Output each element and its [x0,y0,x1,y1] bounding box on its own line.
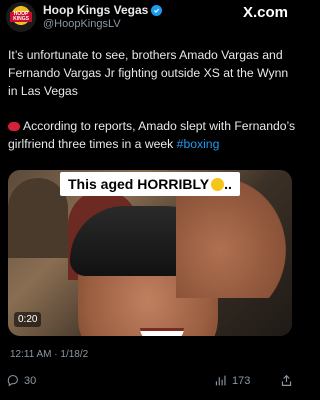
video-caption-suffix: .. [224,176,232,192]
video-caption: This aged HORRIBLY.. [60,172,240,196]
tweet-header: HOOP KINGS Hoop Kings Vegas @HoopKingsLV… [0,0,300,36]
views-button[interactable]: 173 [214,374,250,387]
grimacing-face-emoji-icon [211,178,225,191]
tweet-paragraph-2: According to reports, Amado slept with F… [8,117,298,153]
video-caption-text: This aged HORRIBLY [68,176,210,192]
share-button[interactable] [280,374,298,387]
views-icon [215,375,226,386]
views-count: 173 [232,374,251,387]
reply-count: 30 [24,374,37,387]
reply-button[interactable]: 30 [6,374,36,387]
verified-badge-icon [151,4,163,16]
tweet-timestamp[interactable]: 12:11 AM · 1/18/2 [10,349,88,360]
name-row: Hoop Kings Vegas [43,2,163,18]
tweet-paragraph-1: It’s unfortunate to see, brothers Amado … [8,48,289,98]
tweet-body: It’s unfortunate to see, brothers Amado … [8,46,298,170]
brand-logo: X.com [242,4,288,21]
user-handle[interactable]: @HoopKingsLV [43,18,121,30]
boxing-glove-emoji-icon [8,122,20,131]
avatar[interactable]: HOOP KINGS [6,2,36,32]
display-name[interactable]: Hoop Kings Vegas [43,3,148,17]
video-player[interactable]: This aged HORRIBLY.. 0:20 [8,170,292,336]
background-person [8,178,68,258]
video-duration: 0:20 [14,312,42,327]
video-subject-hand [176,178,286,298]
avatar-logo-text: HOOP KINGS [10,12,32,22]
reply-icon [7,375,18,387]
share-icon [281,374,292,386]
hashtag-link[interactable]: #boxing [177,137,220,151]
tweet-actions: 30 173 [0,368,300,394]
tweet-paragraph-2-text: According to reports, Amado slept with F… [8,119,296,151]
video-subject-smile [140,328,184,336]
